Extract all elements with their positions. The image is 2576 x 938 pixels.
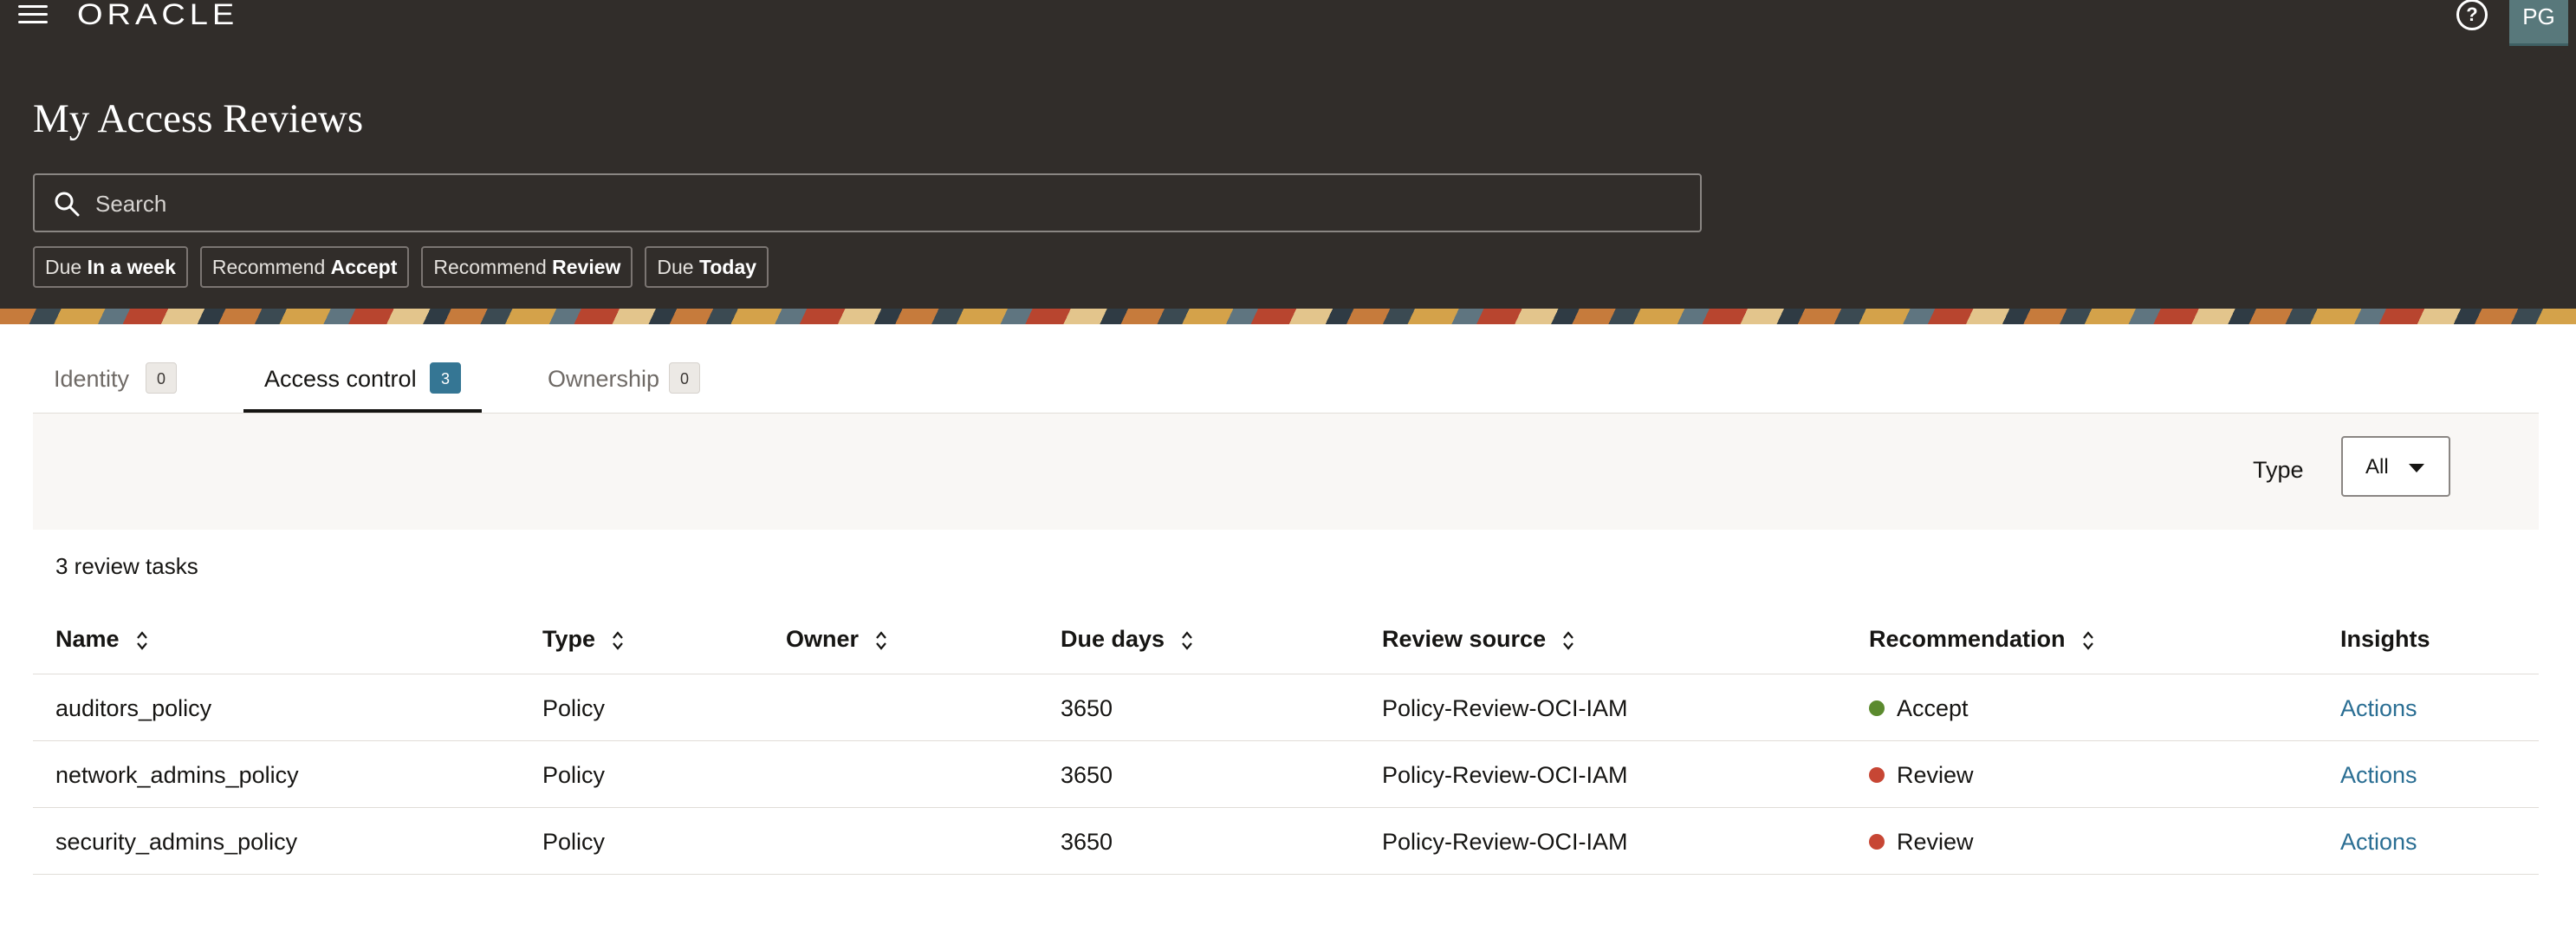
cell-due-days: 3650 xyxy=(1061,829,1113,855)
column-header-name: Name xyxy=(55,626,149,653)
recommendation-label: Review xyxy=(1897,762,1974,788)
column-label: Insights xyxy=(2340,626,2430,652)
recommendation-label: Review xyxy=(1897,829,1974,855)
page-title: My Access Reviews xyxy=(33,96,364,141)
chevron-down-icon xyxy=(2409,464,2424,472)
filter-chips: Due In a week Recommend Accept Recommend… xyxy=(33,246,769,288)
cell-review-source: Policy-Review-OCI-IAM xyxy=(1382,695,1628,721)
tab-bar: Identity 0 Access control 3 Ownership 0 xyxy=(33,350,2539,413)
column-header-recommendation: Recommendation xyxy=(1869,626,2095,653)
column-header-due-days: Due days xyxy=(1061,626,1194,653)
search-box xyxy=(33,173,1702,232)
sort-icon[interactable] xyxy=(1180,629,1194,652)
row-divider xyxy=(33,874,2539,875)
tab-count-badge: 3 xyxy=(430,362,461,394)
chip-value: Accept xyxy=(330,256,398,278)
type-filter-label: Type xyxy=(2253,457,2304,483)
status-dot-icon xyxy=(1869,766,1885,783)
actions-link[interactable]: Actions xyxy=(2340,762,2417,789)
cell-recommendation: Review xyxy=(1869,762,1974,789)
oracle-logo: ORACLE xyxy=(77,0,239,31)
tab-count-badge: 0 xyxy=(146,362,177,394)
cell-name: security_admins_policy xyxy=(55,829,298,855)
chip-due-in-a-week[interactable]: Due In a week xyxy=(33,246,188,288)
chip-value: Today xyxy=(699,256,757,278)
type-filter-value: All xyxy=(2365,455,2389,479)
chip-prefix: Recommend xyxy=(211,256,326,278)
row-divider xyxy=(33,807,2539,808)
column-label: Type xyxy=(542,626,596,652)
sort-icon[interactable] xyxy=(2081,629,2095,652)
cell-type: Policy xyxy=(542,695,606,721)
tab-count-badge: 0 xyxy=(669,362,700,394)
tab-access-control[interactable]: Access control 3 xyxy=(243,350,482,413)
review-task-count: 3 review tasks xyxy=(55,553,198,579)
sort-icon[interactable] xyxy=(135,629,149,652)
chip-recommend-accept[interactable]: Recommend Accept xyxy=(199,246,410,288)
cell-type: Policy xyxy=(542,829,606,855)
tab-label: Identity xyxy=(54,366,130,392)
cell-due-days: 3650 xyxy=(1061,762,1113,788)
tab-identity[interactable]: Identity 0 xyxy=(33,350,189,413)
row-divider xyxy=(33,740,2539,741)
chip-prefix: Recommend xyxy=(433,256,547,278)
chip-recommend-review[interactable]: Recommend Review xyxy=(421,246,633,288)
column-label: Due days xyxy=(1061,626,1165,652)
menu-icon[interactable] xyxy=(18,2,48,26)
cell-type: Policy xyxy=(542,762,606,788)
cell-name: network_admins_policy xyxy=(55,762,299,788)
column-label: Owner xyxy=(786,626,860,652)
cell-due-days: 3650 xyxy=(1061,695,1113,721)
filter-bar xyxy=(33,414,2539,530)
avatar[interactable]: PG xyxy=(2509,0,2568,46)
tab-label: Ownership xyxy=(548,366,660,392)
sort-icon[interactable] xyxy=(1561,629,1575,652)
column-header-owner: Owner xyxy=(786,626,888,653)
chip-prefix: Due xyxy=(45,256,82,278)
actions-link[interactable]: Actions xyxy=(2340,695,2417,722)
search-icon xyxy=(55,192,80,217)
sort-icon[interactable] xyxy=(611,629,625,652)
cell-review-source: Policy-Review-OCI-IAM xyxy=(1382,829,1628,855)
status-dot-icon xyxy=(1869,833,1885,850)
recommendation-label: Accept xyxy=(1897,695,1969,721)
type-filter-select[interactable]: All xyxy=(2341,436,2450,497)
column-header-type: Type xyxy=(542,626,625,653)
column-label: Review source xyxy=(1382,626,1547,652)
cell-name: auditors_policy xyxy=(55,695,212,721)
cell-review-source: Policy-Review-OCI-IAM xyxy=(1382,762,1628,788)
chip-due-today[interactable]: Due Today xyxy=(645,246,769,288)
help-icon[interactable]: ? xyxy=(2456,0,2488,30)
tab-ownership[interactable]: Ownership 0 xyxy=(527,350,717,413)
actions-link[interactable]: Actions xyxy=(2340,829,2417,856)
column-header-insights: Insights xyxy=(2340,626,2430,653)
column-label: Name xyxy=(55,626,120,652)
chip-value: In a week xyxy=(87,256,176,278)
tab-label: Access control xyxy=(264,366,417,392)
decorative-banner xyxy=(0,309,2576,324)
status-dot-icon xyxy=(1869,700,1885,716)
column-header-review-source: Review source xyxy=(1382,626,1575,653)
chip-value: Review xyxy=(552,256,621,278)
column-label: Recommendation xyxy=(1869,626,2066,652)
search-input[interactable] xyxy=(94,175,1674,232)
chip-prefix: Due xyxy=(657,256,694,278)
sort-icon[interactable] xyxy=(874,629,888,652)
cell-recommendation: Accept xyxy=(1869,695,1969,722)
cell-recommendation: Review xyxy=(1869,829,1974,856)
